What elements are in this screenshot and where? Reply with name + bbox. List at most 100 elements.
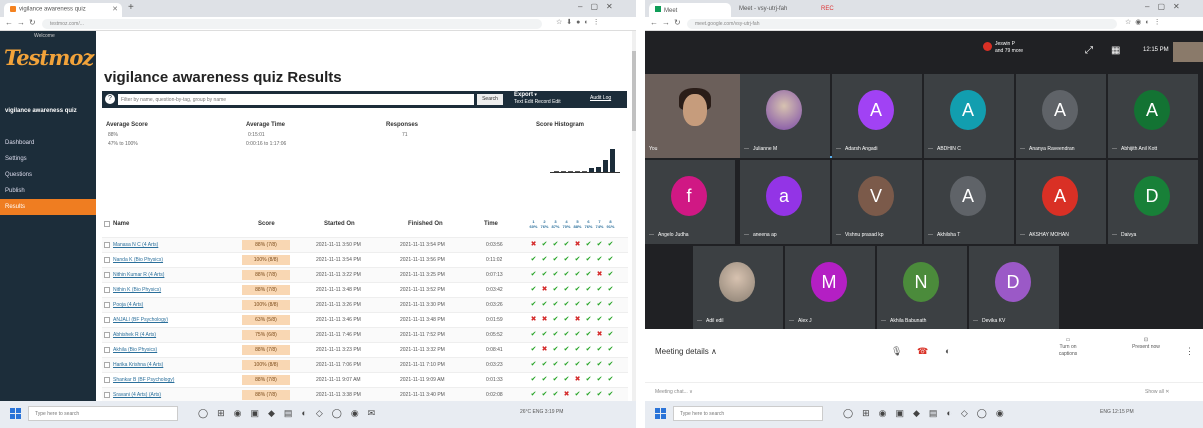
download-item[interactable]: Meeting chat... ∨: [655, 389, 693, 395]
sidebar-item-results[interactable]: Results: [0, 199, 96, 215]
table-row[interactable]: Sravani (4 Arts) (Arts) 88% (7/8) 2021-1…: [102, 387, 628, 402]
table-row[interactable]: Nithin Kumar R (4 Arts) 88% (7/8) 2021-1…: [102, 267, 628, 282]
windows-start-icon[interactable]: [10, 408, 21, 419]
export-menu[interactable]: Export ▾ Text Edit Record Edit: [514, 92, 561, 106]
close-tab-icon[interactable]: ✕: [112, 5, 118, 13]
extension-icons[interactable]: ☆⬇●◐⋮: [556, 18, 604, 26]
question-pct-header[interactable]: 7 74%: [595, 219, 604, 229]
sidebar-item-settings[interactable]: Settings: [0, 151, 96, 167]
row-checkbox[interactable]: [104, 392, 110, 398]
search-button[interactable]: Search: [477, 94, 503, 105]
col-name[interactable]: Name: [113, 221, 129, 227]
taskbar-search[interactable]: Type here to search: [28, 406, 178, 421]
windows-start-icon[interactable]: [655, 408, 666, 419]
meeting-details-button[interactable]: Meeting details ∧: [655, 347, 717, 356]
student-name-link[interactable]: Nanda K (Bio Physics): [113, 257, 163, 263]
taskbar-app-icons-right[interactable]: ◯⊞◉▣◆▤◐◇◯◉: [843, 408, 1013, 419]
select-all-checkbox[interactable]: [104, 221, 110, 227]
participant-tile[interactable]: f — Angelo Judha: [645, 160, 735, 244]
camera-icon[interactable]: ◐: [945, 346, 950, 356]
row-checkbox[interactable]: [104, 302, 110, 308]
table-row[interactable]: Shankar B (BF Psychology) 88% (7/8) 2021…: [102, 372, 628, 387]
student-name-link[interactable]: Pooja (4 Arts): [113, 302, 143, 308]
student-name-link[interactable]: Shankar B (BF Psychology): [113, 377, 174, 383]
sidebar-item-questions[interactable]: Questions: [0, 167, 96, 183]
mic-icon[interactable]: 🎙︎: [891, 346, 902, 357]
row-checkbox[interactable]: [104, 377, 110, 383]
student-name-link[interactable]: Akhila (Bio Physics): [113, 347, 157, 353]
participant-tile[interactable]: — Julianne M: [740, 74, 830, 158]
student-name-link[interactable]: Nithin K (Bio Physics): [113, 287, 161, 293]
window-controls[interactable]: –▢✕: [578, 2, 621, 11]
audit-log-link[interactable]: Audit Log: [590, 95, 611, 101]
present-button[interactable]: ⊡ Present now: [1128, 337, 1164, 351]
tab-meet[interactable]: Meet: [649, 3, 731, 17]
col-finished[interactable]: Finished On: [408, 221, 443, 227]
student-name-link[interactable]: Nithin Kumar R (4 Arts): [113, 272, 164, 278]
url-field[interactable]: testmoz.com/...: [42, 19, 542, 29]
question-pct-header[interactable]: 8 91%: [606, 219, 615, 229]
participant-tile[interactable]: A — Ananya Raveendran: [1016, 74, 1106, 158]
participant-tile[interactable]: A — AKSHAY MOHAN: [1016, 160, 1106, 244]
participant-tile[interactable]: M — Alex J: [785, 246, 875, 330]
table-row[interactable]: Harika Krishna (4 Arts) 100% (8/8) 2021-…: [102, 357, 628, 372]
url-field-right[interactable]: meet.google.com/vsy-utrj-fah: [687, 19, 1117, 29]
sidebar-item-dashboard[interactable]: Dashboard: [0, 135, 96, 151]
back-icon[interactable]: ←: [650, 18, 658, 27]
table-row[interactable]: Nanda K (Bio Physics) 100% (8/8) 2021-11…: [102, 252, 628, 267]
pinned-participants[interactable]: Jeswin Pand 79 more: [983, 41, 1023, 55]
question-pct-header[interactable]: 6 76%: [584, 219, 593, 229]
question-pct-header[interactable]: 2 76%: [540, 219, 549, 229]
table-row[interactable]: Akhila (Bio Physics) 88% (7/8) 2021-11-1…: [102, 342, 628, 357]
window-controls-right[interactable]: –▢✕: [1145, 2, 1188, 11]
more-options-icon[interactable]: ⋮: [1185, 346, 1194, 357]
hangup-icon[interactable]: ☎: [917, 346, 928, 357]
row-checkbox[interactable]: [104, 272, 110, 278]
participant-tile[interactable]: A — Abhijith Anil Kott: [1108, 74, 1198, 158]
participant-tile[interactable]: D — Devika KV: [969, 246, 1059, 330]
layout-icon[interactable]: ⤢: [1085, 45, 1093, 56]
back-icon[interactable]: ←: [5, 18, 13, 27]
participant-tile[interactable]: V — Vishnu prasad kp: [832, 160, 922, 244]
question-pct-header[interactable]: 3 87%: [551, 219, 560, 229]
reload-icon[interactable]: ↻: [674, 18, 681, 27]
taskbar-app-icons[interactable]: ◯⊞◉▣◆▤◐◇◯◉✉: [198, 408, 384, 419]
self-video-tile[interactable]: You: [645, 74, 740, 158]
reload-icon[interactable]: ↻: [29, 18, 36, 27]
tab-meet-2[interactable]: Meet - vsy-utrj-fah: [733, 3, 803, 17]
row-checkbox[interactable]: [104, 362, 110, 368]
row-checkbox[interactable]: [104, 242, 110, 248]
participant-tile[interactable]: N — Akhila Babunath: [877, 246, 967, 330]
student-name-link[interactable]: Manasa N C (4 Arts): [113, 242, 158, 248]
col-time[interactable]: Time: [484, 221, 498, 227]
participant-tile[interactable]: — Adil edil: [693, 246, 783, 330]
sidebar-item-publish[interactable]: Publish: [0, 183, 96, 199]
row-checkbox[interactable]: [104, 287, 110, 293]
table-row[interactable]: Manasa N C (4 Arts) 88% (7/8) 2021-11-11…: [102, 237, 628, 252]
participant-tile[interactable]: A — Akhilsha T: [924, 160, 1014, 244]
row-checkbox[interactable]: [104, 317, 110, 323]
tab-testmoz[interactable]: vigilance awareness quiz ✕: [4, 3, 122, 17]
sidebar-quiz-name[interactable]: vigilance awareness quiz: [5, 107, 91, 115]
student-name-link[interactable]: Abhishek R (4 Arts): [113, 332, 156, 338]
table-row[interactable]: ANJALI (BF Psychology) 63% (5/8) 2021-11…: [102, 312, 628, 327]
row-checkbox[interactable]: [104, 347, 110, 353]
extension-icons-right[interactable]: ☆◉◐⋮: [1125, 18, 1165, 26]
table-row[interactable]: Nithin K (Bio Physics) 88% (7/8) 2021-11…: [102, 282, 628, 297]
table-row[interactable]: Pooja (4 Arts) 100% (8/8) 2021-11-11 3:2…: [102, 297, 628, 312]
system-tray-right[interactable]: ENG 12:15 PM: [1100, 409, 1134, 415]
participant-tile[interactable]: A — ABDHIN C: [924, 74, 1014, 158]
tab-rec[interactable]: REC: [815, 3, 845, 17]
student-name-link[interactable]: Sravani (4 Arts) (Arts): [113, 392, 161, 398]
testmoz-logo[interactable]: Testmoz: [4, 45, 94, 70]
forward-icon[interactable]: →: [662, 18, 670, 27]
system-tray[interactable]: 26°C ENG 3:19 PM: [520, 409, 563, 415]
col-started[interactable]: Started On: [324, 221, 355, 227]
row-checkbox[interactable]: [104, 257, 110, 263]
question-pct-header[interactable]: 1 60%: [529, 219, 538, 229]
student-name-link[interactable]: Harika Krishna (4 Arts): [113, 362, 163, 368]
table-row[interactable]: Abhishek R (4 Arts) 75% (6/8) 2021-11-11…: [102, 327, 628, 342]
question-pct-header[interactable]: 5 88%: [573, 219, 582, 229]
student-name-link[interactable]: ANJALI (BF Psychology): [113, 317, 168, 323]
captions-button[interactable]: ▭ Turn on captions: [1050, 337, 1086, 358]
